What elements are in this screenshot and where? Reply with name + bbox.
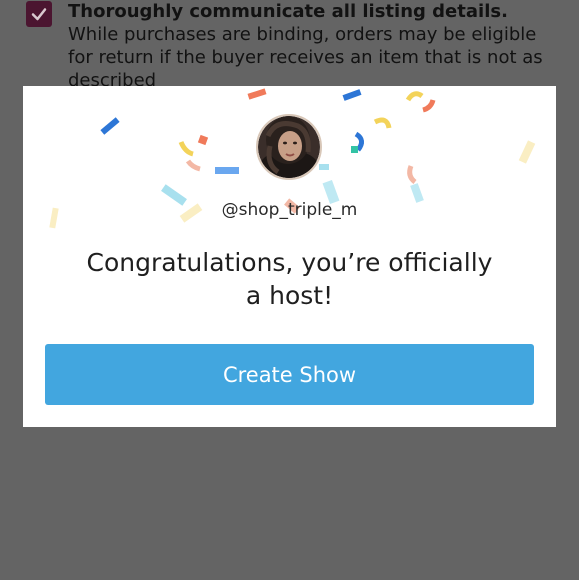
create-show-button[interactable]: Create Show <box>45 344 534 405</box>
host-congrats-modal: @shop_triple_m Congratulations, you’re o… <box>23 86 556 427</box>
checklist-item-text: Thoroughly communicate all listing detai… <box>68 0 558 92</box>
congrats-headline: Congratulations, you’re officially a hos… <box>86 248 493 310</box>
checklist-item-body: While purchases are binding, orders may … <box>68 24 543 91</box>
checkmark-icon <box>31 8 47 21</box>
checklist-checkbox[interactable] <box>26 1 52 27</box>
user-avatar[interactable] <box>256 114 322 180</box>
checklist-item-title: Thoroughly communicate all listing detai… <box>68 1 508 22</box>
user-handle: @shop_triple_m <box>221 200 358 220</box>
avatar-icon <box>258 116 320 178</box>
